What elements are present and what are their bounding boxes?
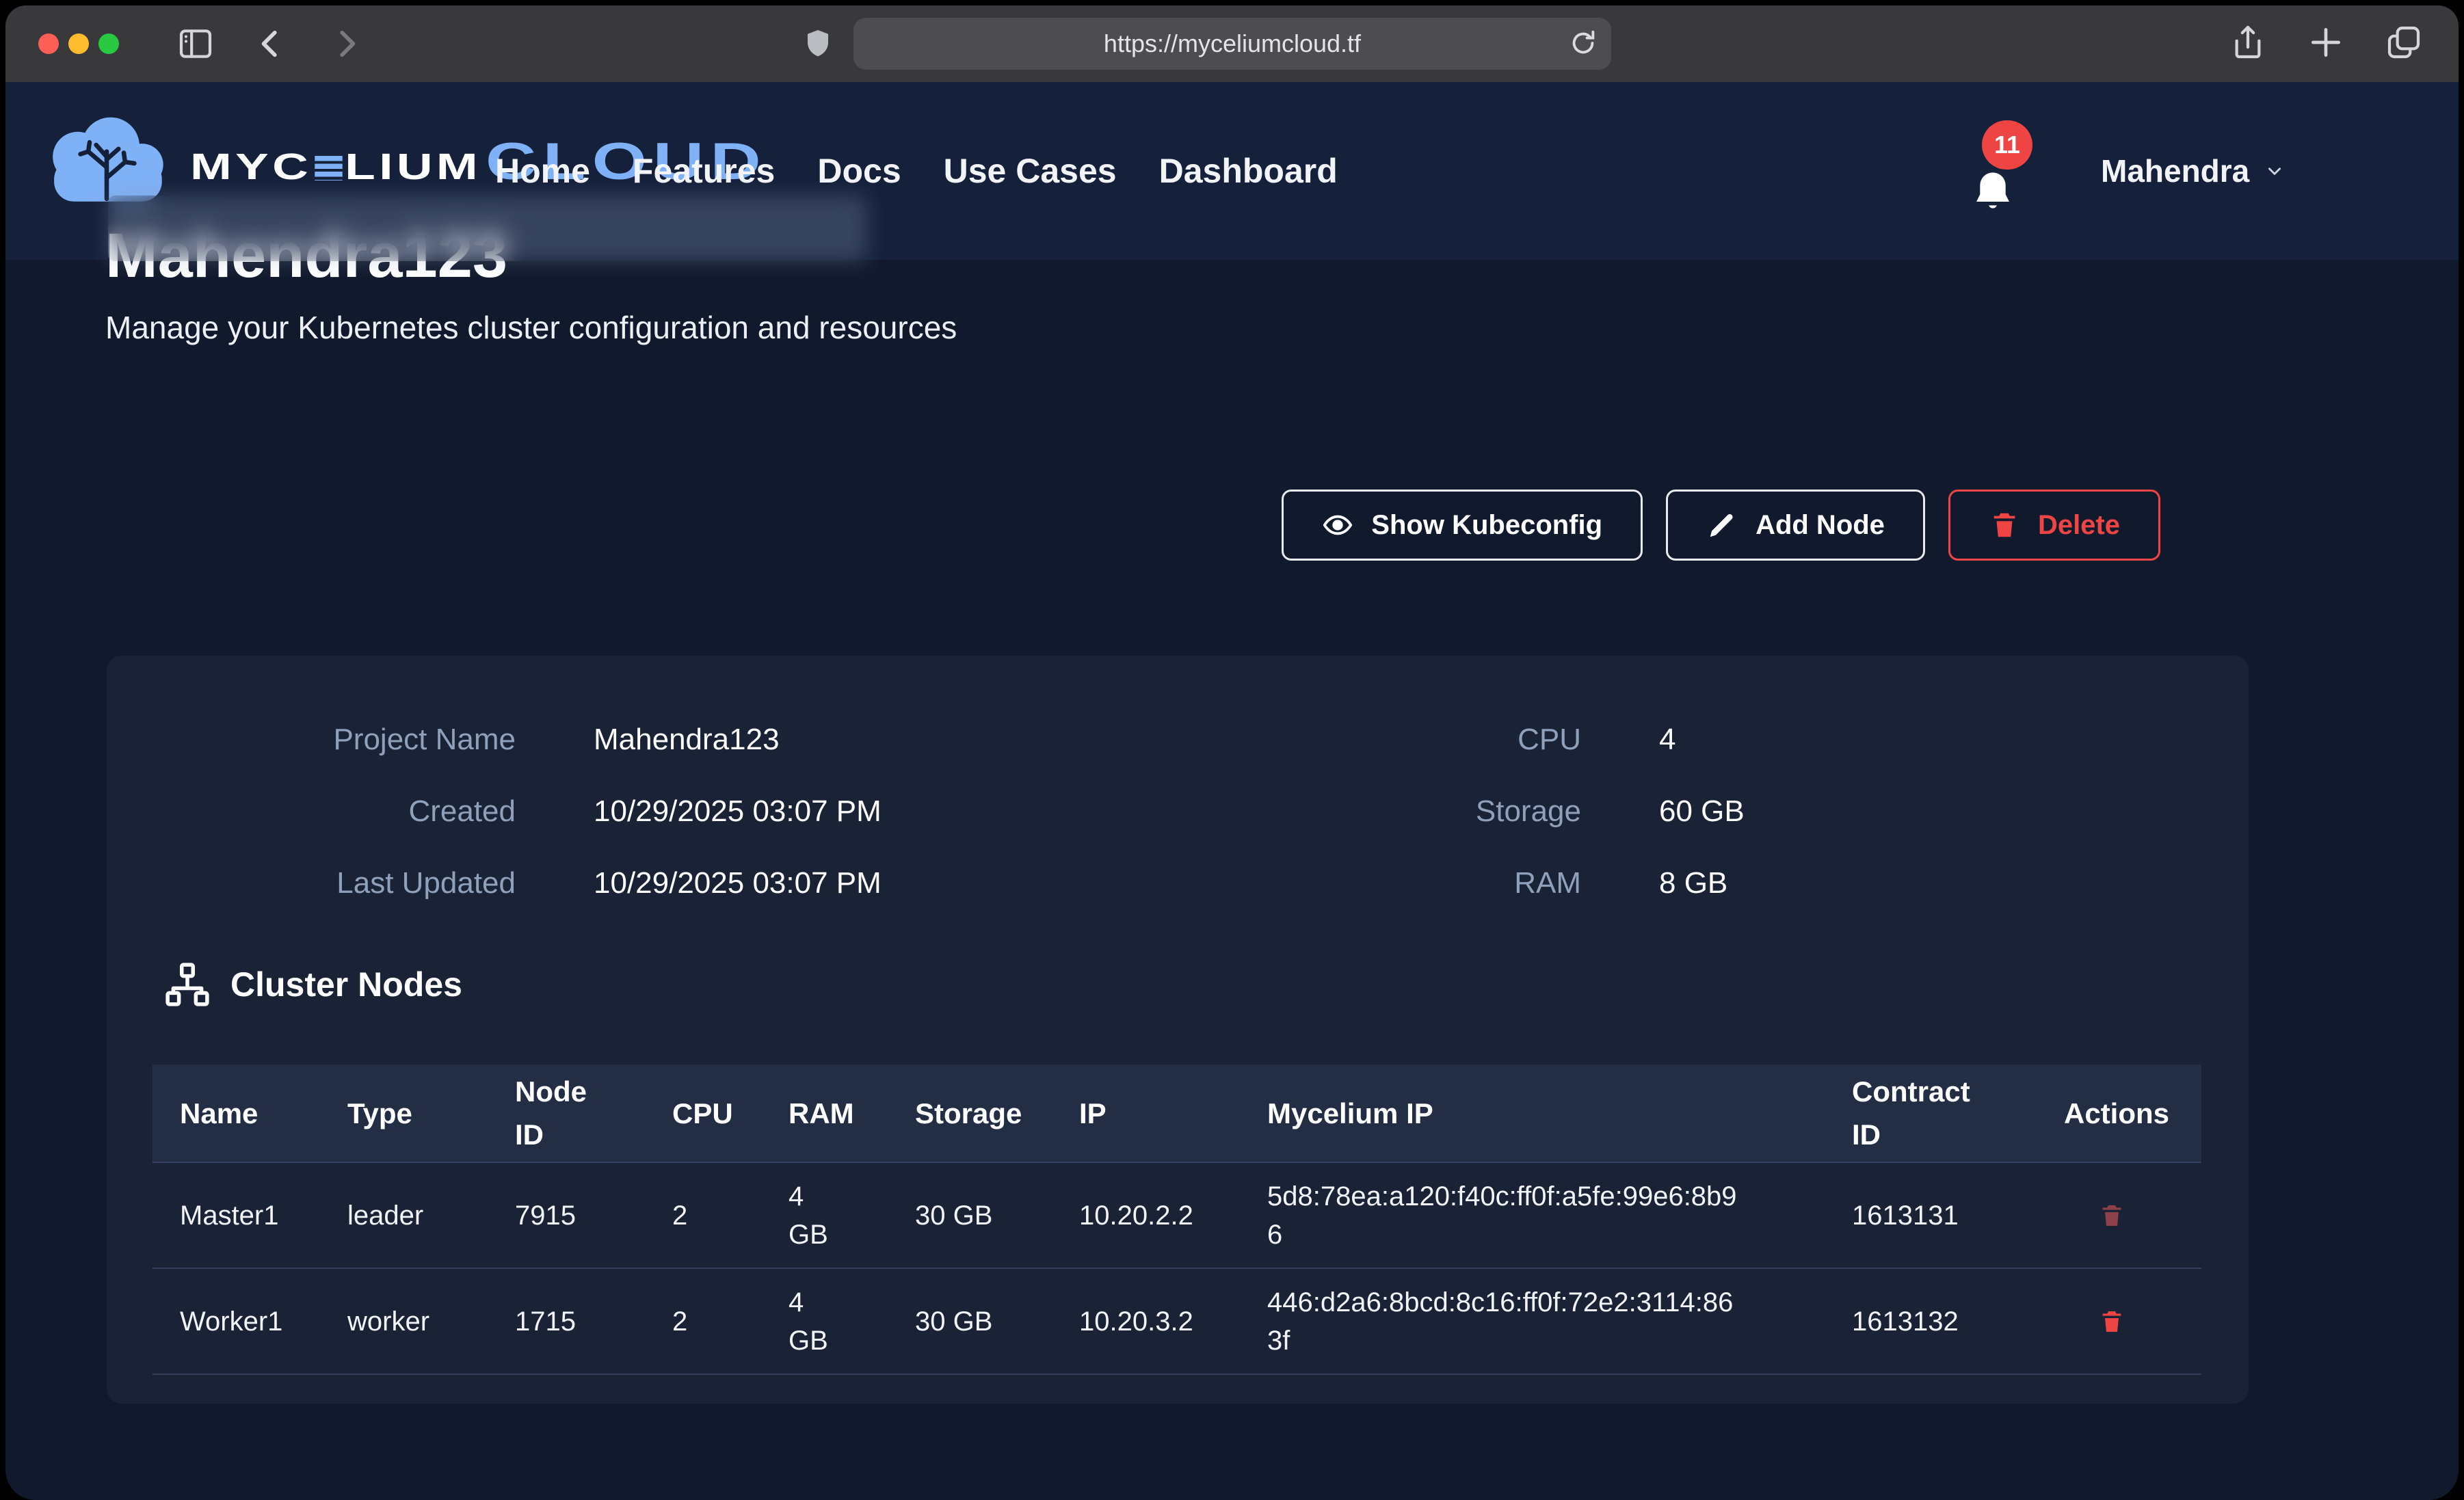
zoom-window-button[interactable]: [98, 34, 119, 54]
show-kubeconfig-button[interactable]: Show Kubeconfig: [1282, 490, 1643, 561]
close-window-button[interactable]: [38, 34, 59, 54]
info-row-created: Created 10/29/2025 03:07 PM: [107, 775, 882, 847]
trash-icon: [1989, 509, 2020, 541]
col-header-contract-id: Contract ID: [1852, 1070, 2064, 1156]
cluster-info-left: Project Name Mahendra123 Created 10/29/2…: [107, 704, 882, 919]
privacy-shield-button[interactable]: [802, 24, 834, 64]
cell-ip: 10.20.3.2: [1079, 1302, 1267, 1341]
col-header-ip: IP: [1079, 1092, 1267, 1135]
nav-link-home[interactable]: Home: [495, 151, 590, 191]
cell-ram: 4 GB: [789, 1177, 915, 1254]
cluster-actions: Show Kubeconfig Add Node Delete: [1282, 490, 2160, 561]
col-header-cpu: CPU: [672, 1092, 789, 1135]
cell-mycelium-ip: 5d8:78ea:a120:f40c:ff0f:a5fe:99e6:8b96: [1267, 1177, 1852, 1254]
col-header-actions: Actions: [2064, 1092, 2201, 1135]
bell-icon: [1971, 167, 2015, 215]
new-tab-icon: [2307, 23, 2345, 62]
screenshot-root: https://myceliumcloud.tf: [0, 0, 2464, 1500]
table-row-worker1: Worker1 worker 1715 2 4 GB 30 GB 10.20.3…: [153, 1268, 2201, 1374]
cell-mycelium-ip: 446:d2a6:8bcd:8c16:ff0f:72e2:3114:863f: [1267, 1283, 1852, 1360]
traffic-lights: [38, 34, 119, 54]
privacy-shield-icon: [802, 24, 834, 64]
share-icon: [2229, 23, 2267, 62]
forward-icon: [327, 25, 365, 63]
cell-name: Master1: [180, 1196, 347, 1235]
cell-node-id: 7915: [515, 1196, 672, 1235]
cell-ram: 4 GB: [789, 1283, 915, 1360]
brand-e-stylized: [315, 156, 343, 180]
share-button[interactable]: [2229, 23, 2267, 65]
toolbar-center-cluster: https://myceliumcloud.tf: [802, 5, 1611, 82]
cell-storage: 30 GB: [915, 1302, 1079, 1341]
col-header-mycelium-ip: Mycelium IP: [1267, 1092, 1852, 1135]
back-button[interactable]: [252, 25, 290, 63]
col-header-type: Type: [347, 1092, 515, 1135]
sidebar-icon: [176, 25, 215, 63]
chevron-down-icon: [2263, 162, 2286, 180]
notifications-button[interactable]: 11: [1970, 120, 2045, 223]
new-tab-button[interactable]: [2307, 23, 2345, 65]
cluster-info-right: CPU 4 Storage 60 GB RAM 8 GB: [1172, 704, 1745, 919]
trash-icon: [2098, 1306, 2125, 1337]
network-icon: [165, 962, 210, 1007]
cell-name: Worker1: [180, 1302, 347, 1341]
nodes-table-header: Name Type Node ID CPU RAM Storage IP Myc…: [153, 1064, 2201, 1162]
info-row-cpu: CPU 4: [1172, 704, 1745, 775]
reload-button[interactable]: [1567, 27, 1599, 62]
reload-icon: [1567, 27, 1599, 59]
user-menu[interactable]: Mahendra: [2101, 82, 2286, 260]
info-row-last-updated: Last Updated 10/29/2025 03:07 PM: [107, 847, 882, 919]
cell-contract-id: 1613131: [1852, 1196, 2064, 1235]
user-name: Mahendra: [2101, 152, 2249, 189]
col-header-node-id: Node ID: [515, 1070, 672, 1156]
nav-link-dashboard[interactable]: Dashboard: [1159, 151, 1338, 191]
brand-line-mycelium: MYCLIUM: [190, 146, 481, 187]
cell-type: leader: [347, 1196, 515, 1235]
notification-badge: 11: [1982, 120, 2032, 170]
toolbar-left-cluster: [38, 5, 402, 82]
back-icon: [252, 25, 290, 63]
nav-link-features[interactable]: Features: [633, 151, 775, 191]
cell-type: worker: [347, 1302, 515, 1341]
add-node-button[interactable]: Add Node: [1666, 490, 1925, 561]
minimize-window-button[interactable]: [68, 34, 89, 54]
eye-icon: [1322, 509, 1353, 541]
trash-icon: [2098, 1200, 2125, 1231]
browser-window: https://myceliumcloud.tf: [5, 5, 2459, 1500]
browser-toolbar: https://myceliumcloud.tf: [5, 5, 2459, 82]
col-header-ram: RAM: [789, 1092, 915, 1135]
cell-contract-id: 1613132: [1852, 1302, 2064, 1341]
cluster-nodes-heading: Cluster Nodes: [165, 962, 462, 1007]
info-row-storage: Storage 60 GB: [1172, 775, 1745, 847]
cell-cpu: 2: [672, 1302, 789, 1341]
sidebar-toggle-button[interactable]: [176, 25, 215, 63]
page-subtitle: Manage your Kubernetes cluster configura…: [105, 309, 957, 346]
tab-overview-icon: [2385, 23, 2423, 62]
col-header-storage: Storage: [915, 1092, 1079, 1135]
cluster-info-card: Project Name Mahendra123 Created 10/29/2…: [107, 656, 2249, 1404]
info-row-project-name: Project Name Mahendra123: [107, 704, 882, 775]
nodes-table: Name Type Node ID CPU RAM Storage IP Myc…: [153, 1064, 2201, 1375]
cell-ip: 10.20.2.2: [1079, 1196, 1267, 1235]
cell-cpu: 2: [672, 1196, 789, 1235]
url-bar[interactable]: https://myceliumcloud.tf: [853, 18, 1611, 70]
col-header-name: Name: [180, 1092, 347, 1135]
delete-node-button[interactable]: [2064, 1200, 2201, 1231]
table-row-master1: Master1 leader 7915 2 4 GB 30 GB 10.20.2…: [153, 1162, 2201, 1268]
pencil-icon: [1706, 509, 1738, 541]
url-text: https://myceliumcloud.tf: [1104, 29, 1361, 58]
forward-button[interactable]: [327, 25, 365, 63]
nav-link-docs[interactable]: Docs: [817, 151, 901, 191]
delete-node-button[interactable]: [2064, 1306, 2201, 1337]
info-row-ram: RAM 8 GB: [1172, 847, 1745, 919]
cell-node-id: 1715: [515, 1302, 672, 1341]
tab-overview-button[interactable]: [2385, 23, 2423, 65]
toolbar-right-cluster: [2229, 5, 2423, 82]
cell-storage: 30 GB: [915, 1196, 1079, 1235]
blur-redaction: [108, 196, 867, 261]
delete-cluster-button[interactable]: Delete: [1948, 490, 2160, 561]
nav-link-use-cases[interactable]: Use Cases: [944, 151, 1117, 191]
